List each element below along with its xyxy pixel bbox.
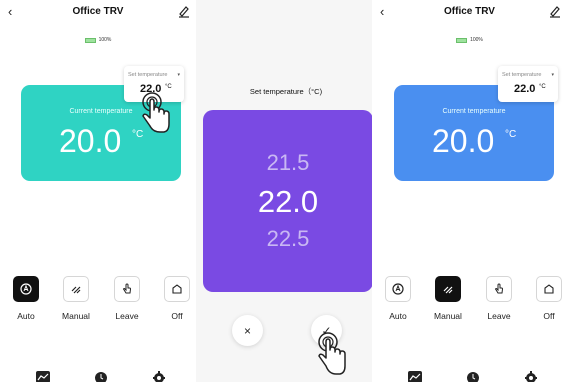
mode-off[interactable]: Off bbox=[532, 276, 566, 321]
battery-icon bbox=[84, 37, 96, 43]
off-icon bbox=[544, 284, 554, 294]
mode-leave-button[interactable] bbox=[486, 276, 512, 302]
mode-leave[interactable]: Leave bbox=[110, 276, 144, 321]
mode-manual-button[interactable] bbox=[63, 276, 89, 302]
chart-icon[interactable] bbox=[36, 370, 50, 382]
picker-option-below[interactable]: 22.5 bbox=[203, 226, 373, 252]
bottom-nav bbox=[0, 368, 196, 382]
mode-manual-label: Manual bbox=[62, 311, 90, 321]
mode-manual-label: Manual bbox=[434, 311, 462, 321]
mode-off-button[interactable] bbox=[164, 276, 190, 302]
manual-icon bbox=[71, 286, 81, 294]
mode-manual-button[interactable] bbox=[435, 276, 461, 302]
clock-icon[interactable] bbox=[94, 370, 108, 382]
cancel-button[interactable]: × bbox=[232, 315, 263, 346]
mode-off-label: Off bbox=[171, 311, 183, 321]
tap-hand-icon bbox=[142, 92, 170, 133]
battery-level: 100% bbox=[98, 37, 112, 43]
mode-off-label: Off bbox=[543, 311, 555, 321]
battery-icon bbox=[456, 37, 468, 43]
mode-auto[interactable]: Auto bbox=[9, 276, 43, 321]
page-title: Office TRV bbox=[444, 6, 495, 17]
mode-auto-button[interactable] bbox=[13, 276, 39, 302]
mode-off[interactable]: Off bbox=[160, 276, 194, 321]
mode-selector: Auto Manual Leave Off bbox=[372, 276, 567, 326]
top-bar: ‹ Office TRV bbox=[372, 0, 567, 24]
leave-icon bbox=[122, 283, 132, 294]
chevron-down-icon: ▾ bbox=[177, 72, 180, 78]
battery-status: 100% bbox=[0, 37, 196, 43]
close-icon: × bbox=[243, 323, 251, 338]
mode-selector: Auto Manual Leave Off bbox=[0, 276, 196, 326]
current-temperature-unit: °C bbox=[505, 129, 517, 140]
auto-icon bbox=[392, 283, 404, 295]
edit-icon[interactable] bbox=[178, 4, 190, 18]
picker-title: Set temperature（°C) bbox=[249, 87, 323, 96]
mode-leave-label: Leave bbox=[115, 311, 139, 321]
set-temperature-label: Set temperature bbox=[502, 72, 542, 78]
current-temperature-label: Current temperature bbox=[442, 108, 506, 115]
gear-icon[interactable] bbox=[524, 370, 538, 382]
set-temperature-dropdown[interactable]: Set temperature ▾ 22.0 °C bbox=[498, 66, 558, 102]
temperature-picker[interactable]: 21.5 22.0 22.5 bbox=[203, 110, 373, 292]
screen-auto-mode: ‹ Office TRV 100% Current temperature 20… bbox=[0, 0, 196, 382]
mode-manual[interactable]: Manual bbox=[431, 276, 465, 321]
chart-icon[interactable] bbox=[408, 370, 422, 382]
current-temperature-value: 20.0 bbox=[432, 123, 495, 159]
mode-leave[interactable]: Leave bbox=[482, 276, 516, 321]
chevron-down-icon: ▾ bbox=[551, 72, 554, 78]
edit-icon[interactable] bbox=[549, 4, 561, 18]
mode-manual[interactable]: Manual bbox=[59, 276, 93, 321]
page-title: Office TRV bbox=[72, 6, 124, 17]
clock-icon[interactable] bbox=[466, 370, 480, 382]
current-temperature-value: 20.0 bbox=[59, 123, 122, 159]
set-temperature-unit: °C bbox=[539, 84, 546, 90]
bottom-nav bbox=[372, 368, 567, 382]
picker-option-selected[interactable]: 22.0 bbox=[203, 184, 373, 220]
temperature-picker-screen: Set temperature（°C) 21.5 22.0 22.5 × ✓ bbox=[196, 0, 376, 382]
picker-option-above[interactable]: 21.5 bbox=[203, 150, 373, 176]
set-temperature-unit: °C bbox=[165, 84, 172, 90]
top-bar: ‹ Office TRV bbox=[0, 0, 196, 24]
mode-leave-label: Leave bbox=[487, 311, 511, 321]
manual-icon bbox=[443, 286, 453, 294]
mode-auto[interactable]: Auto bbox=[381, 276, 415, 321]
mode-off-button[interactable] bbox=[536, 276, 562, 302]
leave-icon bbox=[494, 283, 504, 294]
battery-status: 100% bbox=[372, 37, 567, 43]
auto-icon bbox=[20, 283, 32, 295]
tap-hand-icon bbox=[318, 332, 346, 375]
screen-manual-mode: ‹ Office TRV 100% Current temperature 20… bbox=[372, 0, 567, 382]
mode-auto-label: Auto bbox=[389, 311, 407, 321]
battery-level: 100% bbox=[470, 37, 483, 43]
set-temperature-value: 22.0 bbox=[514, 83, 536, 95]
mode-auto-label: Auto bbox=[17, 311, 35, 321]
mode-auto-button[interactable] bbox=[385, 276, 411, 302]
mode-leave-button[interactable] bbox=[114, 276, 140, 302]
off-icon bbox=[172, 284, 182, 294]
set-temperature-label: Set temperature bbox=[128, 72, 168, 78]
gear-icon[interactable] bbox=[152, 370, 166, 382]
